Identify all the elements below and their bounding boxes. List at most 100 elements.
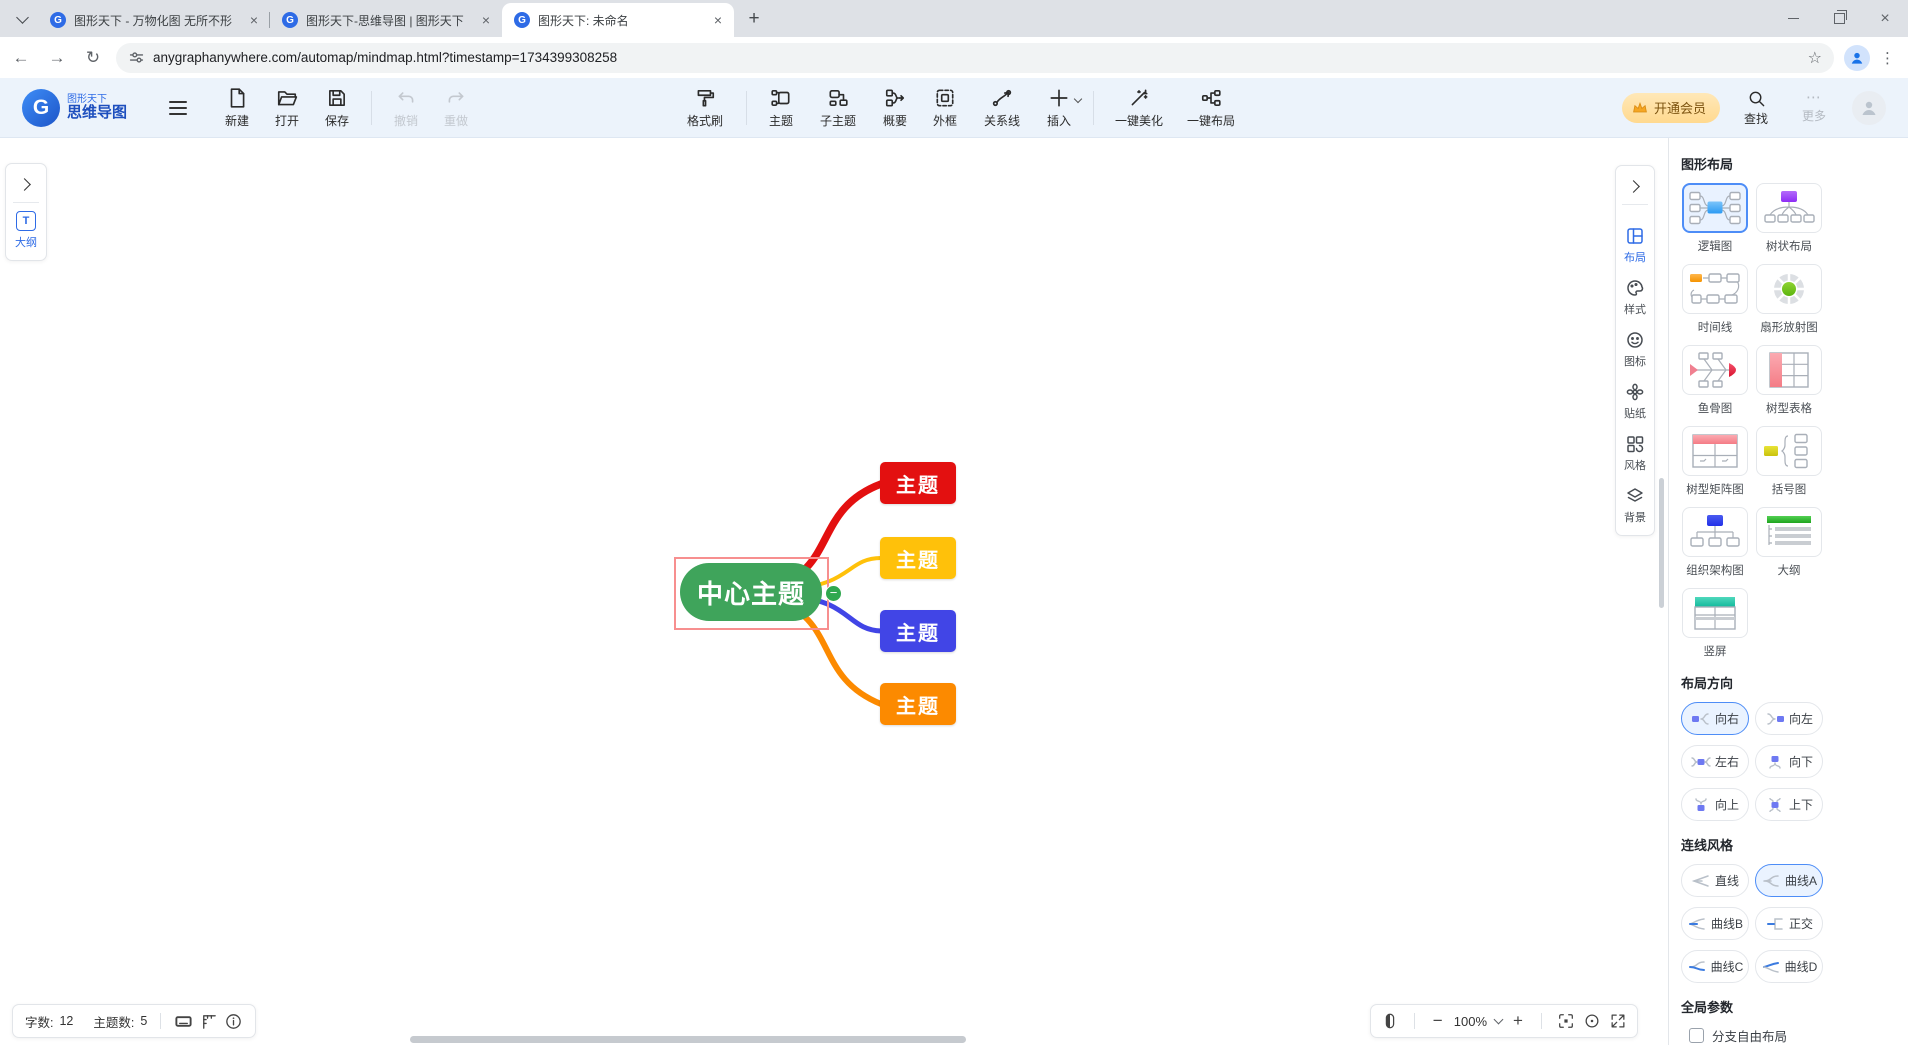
shortcut-keyboard-icon[interactable] xyxy=(174,1012,193,1031)
direction-left-right-button[interactable]: 左右 xyxy=(1681,745,1749,778)
layout-option-timeline[interactable]: 时间线 xyxy=(1681,264,1749,335)
url-bar[interactable]: anygraphanywhere.com/automap/mindmap.htm… xyxy=(116,42,1834,73)
layout-option-fan-radial[interactable]: 扇形放射图 xyxy=(1755,264,1823,335)
zoom-out-button[interactable]: − xyxy=(1430,1011,1446,1031)
topic-node-3[interactable]: 主题 xyxy=(880,610,956,652)
fit-screen-icon[interactable] xyxy=(1557,1012,1575,1030)
horizontal-scrollbar[interactable] xyxy=(410,1036,966,1043)
direction-down-button[interactable]: 向下 xyxy=(1755,745,1823,778)
undo-button[interactable]: 撤销 xyxy=(382,87,430,129)
collapse-branch-button[interactable]: − xyxy=(826,586,841,601)
checkbox-unchecked[interactable] xyxy=(1689,1028,1704,1043)
line-style-straight-button[interactable]: 直线 xyxy=(1681,864,1749,897)
fullscreen-icon[interactable] xyxy=(1609,1012,1627,1030)
open-file-button[interactable]: 打开 xyxy=(263,87,311,129)
strip-item-background[interactable]: 背景 xyxy=(1624,486,1646,525)
central-topic-node[interactable]: 中心主题 xyxy=(680,563,822,621)
layout-option-fishbone[interactable]: 鱼骨图 xyxy=(1681,345,1749,416)
close-window-button[interactable]: × xyxy=(1862,0,1908,37)
layout-option-org-chart[interactable]: 组织架构图 xyxy=(1681,507,1749,578)
chevron-down-icon xyxy=(1073,94,1083,103)
line-style-curve-d-button[interactable]: 曲线D xyxy=(1755,950,1823,983)
subtopic-button[interactable]: 子主题 xyxy=(807,87,869,129)
insert-button[interactable]: 插入 xyxy=(1035,87,1083,129)
zoom-level[interactable]: 100% xyxy=(1454,1014,1487,1029)
format-painter-button[interactable]: 格式刷 xyxy=(674,87,736,129)
direction-up-icon xyxy=(1695,797,1707,811)
minimize-button[interactable] xyxy=(1770,0,1816,37)
restore-button[interactable] xyxy=(1816,0,1862,37)
mouse-mode-icon[interactable] xyxy=(1381,1012,1399,1030)
save-button[interactable]: 保存 xyxy=(313,87,361,129)
direction-left-button[interactable]: 向左 xyxy=(1755,702,1823,735)
info-icon[interactable] xyxy=(224,1012,243,1031)
close-tab-icon[interactable]: × xyxy=(478,12,494,28)
collapse-sidebar-button[interactable] xyxy=(1616,172,1654,200)
zoom-in-button[interactable]: + xyxy=(1510,1011,1526,1031)
layout-option-tree-layout[interactable]: 树状布局 xyxy=(1755,183,1823,254)
menu-hamburger-icon[interactable] xyxy=(169,100,188,115)
topic-button[interactable]: 主题 xyxy=(757,87,805,129)
layout-option-tree-matrix[interactable]: 树型矩阵图 xyxy=(1681,426,1749,497)
layout-option-bracket[interactable]: 括号图 xyxy=(1755,426,1823,497)
direction-right-button[interactable]: 向右 xyxy=(1681,702,1749,735)
reload-button[interactable]: ↻ xyxy=(78,43,108,73)
user-avatar[interactable] xyxy=(1852,90,1886,125)
topic-node-1[interactable]: 主题 xyxy=(880,462,956,504)
outline-button[interactable]: T 大纲 xyxy=(15,211,37,254)
expand-panel-button[interactable] xyxy=(6,170,46,198)
more-button[interactable]: ⋯ 更多 xyxy=(1792,90,1836,124)
browser-tab-2[interactable]: G 图形天下-思维导图 | 图形天下 × xyxy=(270,3,502,37)
line-style-curve-a-button[interactable]: 曲线A xyxy=(1755,864,1823,897)
relation-line-button[interactable]: 关系线 xyxy=(971,87,1033,129)
direction-up-button[interactable]: 向上 xyxy=(1681,788,1749,821)
palette-icon xyxy=(1627,280,1644,296)
close-tab-icon[interactable]: × xyxy=(710,12,726,28)
strip-item-style[interactable]: 样式 xyxy=(1624,278,1646,317)
new-file-button[interactable]: 新建 xyxy=(213,87,261,129)
vertical-scrollbar[interactable] xyxy=(1659,478,1664,608)
redo-button[interactable]: 重做 xyxy=(432,87,480,129)
browser-tab-active[interactable]: G 图形天下: 未命名 × xyxy=(502,3,734,37)
layout-option-tree-table[interactable]: 树型表格 xyxy=(1755,345,1823,416)
frame-button[interactable]: 外框 xyxy=(921,87,969,129)
forward-button[interactable]: → xyxy=(42,43,72,73)
new-tab-button[interactable]: + xyxy=(740,5,768,33)
tab-search-button[interactable] xyxy=(8,5,36,33)
undo-icon xyxy=(398,91,414,103)
browser-menu-icon[interactable]: ⋮ xyxy=(1876,49,1900,67)
site-settings-icon[interactable] xyxy=(128,49,145,66)
chevron-down-icon[interactable] xyxy=(1493,1014,1504,1025)
app-logo[interactable]: G 图形天下 思维导图 xyxy=(22,88,127,127)
line-style-curve-c-button[interactable]: 曲线C xyxy=(1681,950,1749,983)
browser-tab-1[interactable]: G 图形天下 - 万物化图 无所不形 × xyxy=(38,3,270,37)
layout-option-vertical-screen[interactable]: 竖屏 xyxy=(1681,588,1749,659)
option-branch-free-layout[interactable]: 分支自由布局 xyxy=(1689,1026,1896,1045)
fishbone-icon xyxy=(1690,352,1736,388)
strip-item-stickers[interactable]: 贴纸 xyxy=(1624,382,1646,421)
open-membership-button[interactable]: 开通会员 xyxy=(1621,92,1720,123)
find-button[interactable]: 查找 xyxy=(1734,89,1778,127)
one-click-beautify-button[interactable]: 一键美化 xyxy=(1104,87,1174,129)
strip-item-theme[interactable]: 风格 xyxy=(1624,434,1646,473)
layout-option-logic-diagram[interactable]: 逻辑图 xyxy=(1681,183,1749,254)
summary-button[interactable]: 概要 xyxy=(871,87,919,129)
direction-up-down-button[interactable]: 上下 xyxy=(1755,788,1823,821)
topic-node-4[interactable]: 主题 xyxy=(880,683,956,725)
strip-item-icons[interactable]: 图标 xyxy=(1624,330,1646,369)
browser-profile-avatar[interactable] xyxy=(1844,44,1870,71)
center-target-icon[interactable] xyxy=(1583,1012,1601,1030)
one-click-layout-button[interactable]: 一键布局 xyxy=(1176,87,1246,129)
topic-node-2[interactable]: 主题 xyxy=(880,537,956,579)
layout-icon xyxy=(1627,228,1643,244)
layout-option-outline[interactable]: 大纲 xyxy=(1755,507,1823,578)
back-button[interactable]: ← xyxy=(6,43,36,73)
line-style-orthogonal-button[interactable]: 正交 xyxy=(1755,907,1823,940)
line-style-curve-b-button[interactable]: 曲线B xyxy=(1681,907,1749,940)
word-count-label: 字数: xyxy=(25,1015,54,1030)
ruler-icon[interactable] xyxy=(199,1012,218,1031)
mindmap-canvas[interactable]: 中心主题 主题 主题 主题 主题 − T 大纲 布局 样式 图标 贴纸 风格 背… xyxy=(0,138,1668,1045)
bookmark-star-icon[interactable]: ☆ xyxy=(1808,48,1822,68)
strip-item-layout[interactable]: 布局 xyxy=(1624,226,1646,265)
close-tab-icon[interactable]: × xyxy=(246,12,262,28)
